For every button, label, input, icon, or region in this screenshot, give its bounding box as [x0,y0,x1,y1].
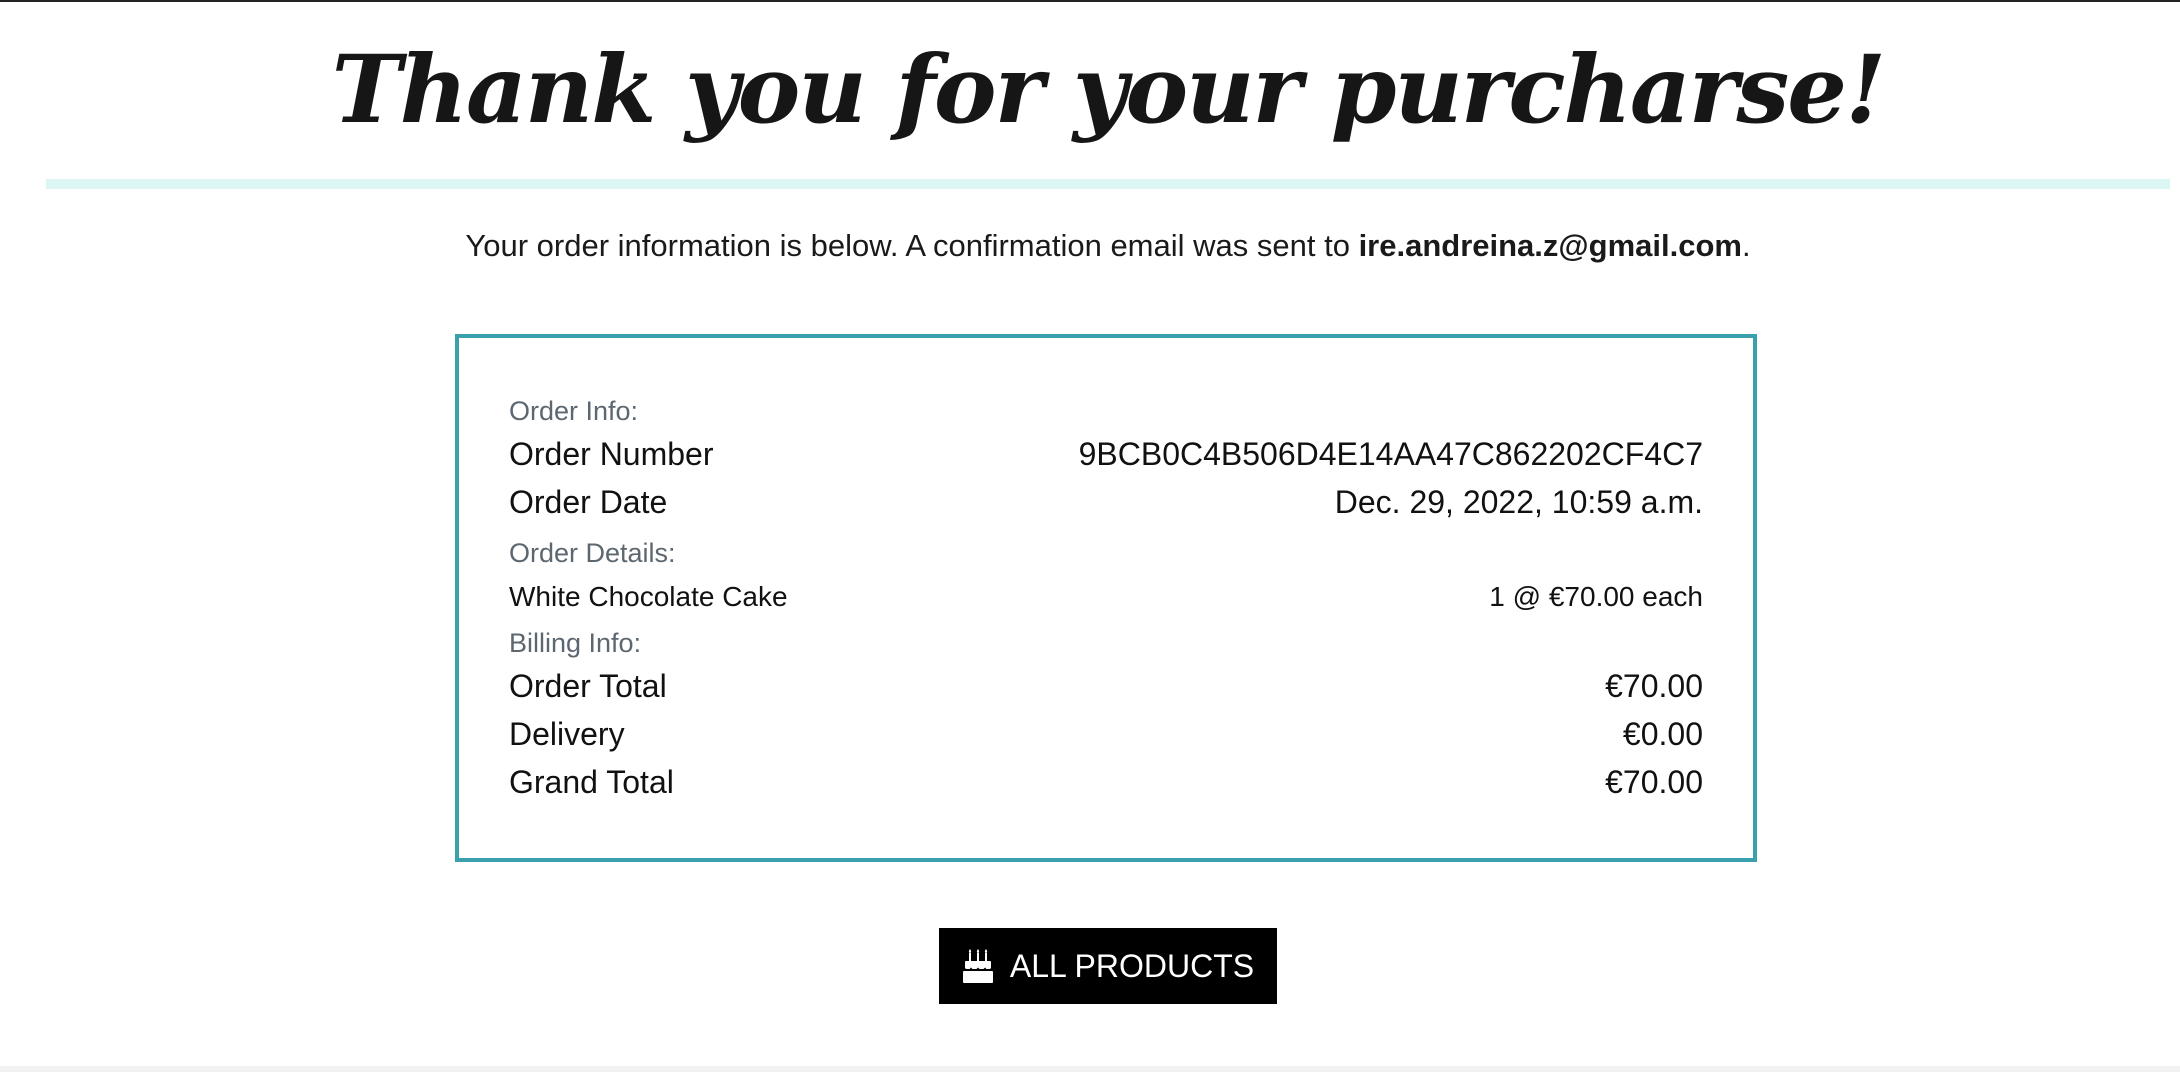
line-item-name: White Chocolate Cake [509,581,788,612]
order-line-item: White Chocolate Cake 1 @ €70.00 each [509,581,1703,613]
birthday-cake-icon [962,949,993,983]
confirmation-message: Your order information is below. A confi… [0,226,2180,266]
delivery-value: €0.00 [1622,716,1703,752]
all-products-label: ALL PRODUCTS [1009,947,1255,984]
order-number-value: 9BCB0C4B506D4E14AA47C862202CF4C7 [1078,436,1703,472]
footer-strip [0,1066,2180,1072]
grand-total-label: Grand Total [509,764,674,800]
billing-info-label: Billing Info: [509,628,642,658]
confirmation-text: Your order information is below. A confi… [465,228,1359,263]
grand-total-value: €70.00 [1605,764,1703,800]
title-divider [46,179,2170,189]
delivery-row: Delivery €0.00 [509,716,1703,753]
order-total-value: €70.00 [1605,668,1703,704]
top-border [0,0,2180,2]
confirmation-email: ire.andreina.z@gmail.com [1358,228,1742,263]
order-info-label: Order Info: [509,396,639,426]
order-summary-box: Order Info: Order Number 9BCB0C4B506D4E1… [455,334,1757,862]
order-date-label: Order Date [509,484,668,520]
order-details-label: Order Details: [509,538,676,568]
order-number-row: Order Number 9BCB0C4B506D4E14AA47C862202… [509,436,1703,473]
order-date-value: Dec. 29, 2022, 10:59 a.m. [1334,484,1703,520]
confirmation-text-end: . [1741,228,1751,263]
order-number-label: Order Number [509,436,714,472]
grand-total-row: Grand Total €70.00 [509,764,1703,801]
order-total-label: Order Total [509,668,667,704]
line-item-quantity-price: 1 @ €70.00 each [1489,581,1703,612]
page-title: Thank you for your purcharse! [331,35,1887,145]
delivery-label: Delivery [509,716,625,752]
all-products-button[interactable]: ALL PRODUCTS [939,928,1277,1004]
order-date-row: Order Date Dec. 29, 2022, 10:59 a.m. [509,484,1703,521]
order-total-row: Order Total €70.00 [509,668,1703,705]
